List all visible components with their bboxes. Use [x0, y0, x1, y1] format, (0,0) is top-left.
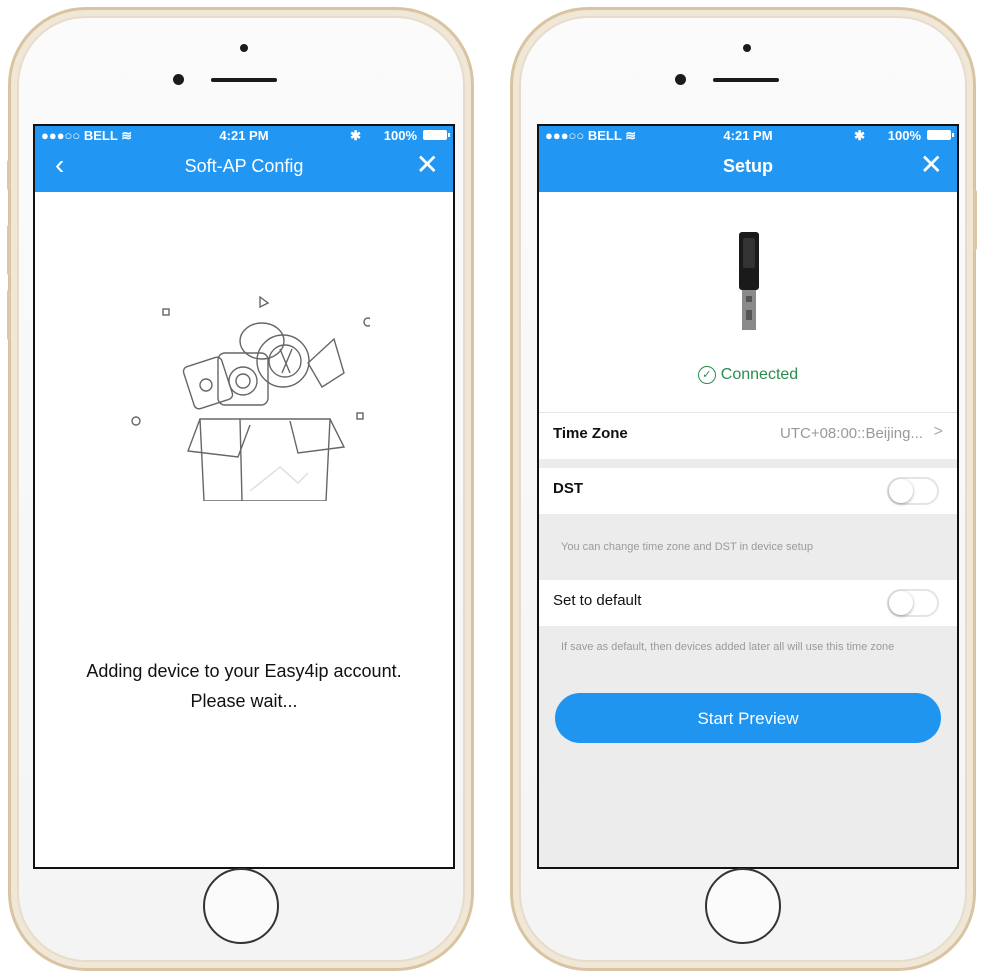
time-zone-note: You can change time zone and DST in devi… — [561, 541, 813, 553]
time-zone-row[interactable]: Time Zone UTC+08:00::Beijing... > — [539, 412, 957, 459]
volume-up-button — [7, 225, 11, 275]
toggle-knob — [889, 479, 913, 503]
toggle-knob — [889, 591, 913, 615]
dst-label: DST — [553, 480, 583, 497]
battery-percent: 100% — [887, 128, 921, 143]
decor-circle — [131, 416, 141, 426]
chevron-right-icon: > — [933, 423, 943, 440]
front-camera — [675, 74, 686, 85]
default-note: If save as default, then devices added l… — [561, 641, 895, 653]
set-default-row: Set to default — [539, 580, 957, 626]
proximity-sensor — [743, 44, 751, 52]
bluetooth-icon: ✱ — [350, 128, 361, 143]
home-button — [705, 868, 781, 944]
nav-bar: ‹ Soft-AP Config ✕ — [35, 144, 453, 192]
earpiece-speaker — [713, 78, 779, 82]
device-preview-area: ✓ Connected — [539, 192, 957, 412]
dst-toggle[interactable] — [887, 477, 939, 505]
devices-box-illustration — [131, 295, 370, 501]
phone-left: ●●●○○ BELL ≋ 4:21 PM ✱ 100% ‹ Soft-AP Co… — [7, 7, 474, 971]
close-icon[interactable]: ✕ — [920, 150, 943, 180]
nav-bar: Setup ✕ — [539, 144, 957, 192]
dst-row: DST — [539, 468, 957, 514]
screen-soft-ap-config: ●●●○○ BELL ≋ 4:21 PM ✱ 100% ‹ Soft-AP Co… — [33, 124, 455, 869]
check-circle-icon: ✓ — [697, 366, 716, 384]
status-bar: ●●●○○ BELL ≋ 4:21 PM ✱ 100% — [539, 126, 957, 144]
page-title: Soft-AP Config — [184, 156, 304, 176]
adding-device-message: Adding device to your Easy4ip account. — [86, 661, 402, 681]
front-camera — [173, 74, 184, 85]
page-title: Setup — [722, 156, 773, 176]
battery-icon — [423, 130, 450, 140]
connected-label: Connected — [720, 366, 799, 384]
decor-triangle — [259, 295, 270, 309]
battery-icon — [927, 130, 954, 140]
device-image — [739, 232, 759, 330]
mute-switch — [7, 160, 11, 190]
start-preview-button[interactable]: Start Preview — [555, 693, 941, 743]
set-default-label: Set to default — [553, 592, 642, 609]
phone-right: ●●●○○ BELL ≋ 4:21 PM ✱ 100% Setup ✕ ✓ Con… — [510, 7, 977, 971]
decor-square — [162, 308, 170, 316]
please-wait-message: Please wait... — [190, 691, 298, 711]
status-bar: ●●●○○ BELL ≋ 4:21 PM ✱ 100% — [35, 126, 453, 144]
time-zone-value: UTC+08:00::Beijing... — [780, 425, 923, 442]
home-button — [203, 868, 279, 944]
decor-square — [356, 412, 364, 420]
set-default-toggle[interactable] — [887, 589, 939, 617]
connected-status: ✓ Connected — [539, 366, 957, 384]
proximity-sensor — [240, 44, 248, 52]
screen-setup: ●●●○○ BELL ≋ 4:21 PM ✱ 100% Setup ✕ ✓ Con… — [537, 124, 959, 869]
bluetooth-icon: ✱ — [854, 128, 865, 143]
close-icon[interactable]: ✕ — [416, 150, 439, 180]
volume-down-button — [7, 290, 11, 340]
earpiece-speaker — [211, 78, 277, 82]
power-button — [973, 190, 977, 250]
battery-percent: 100% — [383, 128, 417, 143]
time-zone-label: Time Zone — [553, 425, 628, 442]
